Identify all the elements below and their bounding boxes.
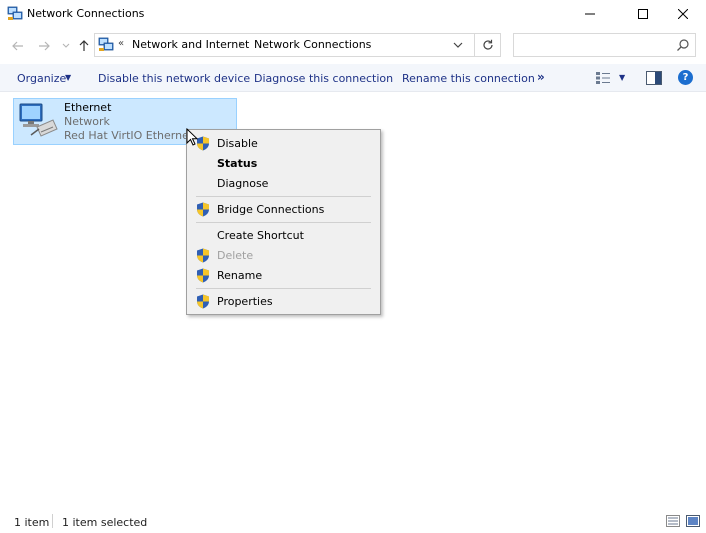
uac-shield-icon [197, 294, 209, 309]
network-folder-icon [98, 37, 114, 51]
organize-dropdown-icon[interactable]: ▼ [65, 73, 71, 82]
forward-button[interactable] [36, 38, 52, 54]
menu-item-properties[interactable]: Properties [217, 295, 273, 308]
mouse-cursor-icon [186, 128, 198, 146]
network-connections-icon [7, 6, 23, 20]
uac-shield-icon [197, 248, 209, 263]
menu-item-rename[interactable]: Rename [217, 269, 262, 282]
breadcrumb-separator[interactable]: › [238, 37, 242, 50]
menu-separator [196, 288, 371, 289]
more-commands-button[interactable]: » [537, 70, 545, 84]
back-button[interactable] [10, 38, 26, 54]
up-button[interactable] [76, 38, 92, 54]
uac-shield-icon [197, 268, 209, 283]
change-view-icon[interactable] [595, 71, 611, 85]
connection-name: Ethernet [64, 101, 112, 114]
menu-item-disable[interactable]: Disable [217, 137, 258, 150]
address-overflow-chevron[interactable]: « [118, 38, 124, 49]
minimize-button[interactable] [567, 0, 613, 28]
menu-item-bridge-connections[interactable]: Bridge Connections [217, 203, 324, 216]
back-arrow-icon [12, 41, 23, 51]
minimize-icon [585, 13, 595, 15]
connection-status: Network [64, 115, 110, 128]
refresh-button[interactable] [474, 33, 501, 57]
ethernet-adapter-icon [19, 103, 58, 137]
close-icon [678, 9, 688, 19]
rename-connection-button[interactable]: Rename this connection [402, 72, 535, 85]
menu-item-status[interactable]: Status [217, 157, 257, 170]
close-button[interactable] [660, 0, 706, 28]
status-separator [52, 514, 53, 528]
search-box[interactable] [513, 33, 696, 57]
search-input[interactable] [518, 35, 672, 57]
breadcrumb-network-connections[interactable]: Network Connections [254, 38, 371, 51]
forward-arrow-icon [39, 41, 50, 51]
diagnose-connection-button[interactable]: Diagnose this connection [254, 72, 393, 85]
breadcrumb-network-and-internet[interactable]: Network and Internet [132, 38, 249, 51]
uac-shield-icon [197, 136, 209, 151]
item-count: 1 item [14, 516, 50, 529]
menu-separator [196, 196, 371, 197]
disable-network-device-button[interactable]: Disable this network device [98, 72, 250, 85]
search-icon [677, 39, 689, 51]
menu-item-diagnose[interactable]: Diagnose [217, 177, 268, 190]
help-button[interactable]: ? [678, 70, 693, 85]
selection-count: 1 item selected [62, 516, 148, 529]
organize-button[interactable]: Organize [17, 72, 66, 85]
maximize-icon [638, 9, 648, 19]
chevron-down-icon [62, 43, 70, 48]
uac-shield-icon [197, 202, 209, 217]
recent-locations-button[interactable] [58, 38, 74, 54]
menu-separator [196, 222, 371, 223]
address-dropdown-icon[interactable] [451, 38, 465, 52]
menu-item-create-shortcut[interactable]: Create Shortcut [217, 229, 304, 242]
up-arrow-icon [79, 40, 89, 51]
refresh-icon [483, 39, 493, 50]
view-options-dropdown-icon[interactable]: ▼ [619, 73, 625, 82]
window-title: Network Connections [27, 7, 145, 20]
menu-item-delete: Delete [217, 249, 254, 262]
large-icons-view-icon[interactable] [686, 515, 700, 527]
preview-pane-icon[interactable] [646, 71, 662, 85]
details-view-icon[interactable] [666, 515, 680, 527]
